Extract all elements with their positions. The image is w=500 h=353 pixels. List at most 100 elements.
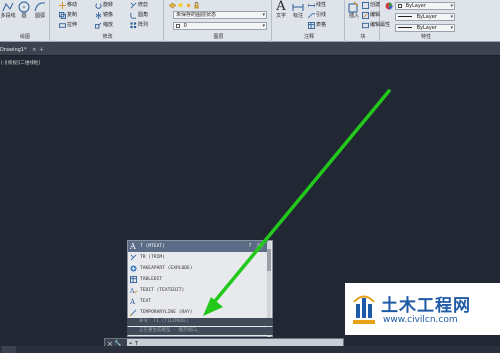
text-label: 文字 [275, 13, 286, 19]
lineweight-value: ByLayer [416, 14, 437, 20]
layer-panel-title[interactable]: 图层 [165, 33, 272, 41]
rotate-label: 旋转 [103, 2, 114, 8]
block-panel-title[interactable]: 块 [346, 33, 380, 41]
create-block-button[interactable]: 创建 [362, 1, 380, 10]
globe-icon[interactable]: ◎ [256, 242, 264, 250]
edit-block-icon [362, 12, 369, 19]
modify-panel-title[interactable]: 修改 [51, 33, 164, 41]
chevron-down-icon: ▾ [450, 14, 453, 20]
move-icon [59, 2, 66, 9]
layout-tab-bar [0, 346, 500, 353]
list-item-label: TEMPORARYLINE (RAY) [140, 309, 193, 315]
polyline-button[interactable]: 多段线 [0, 1, 16, 19]
tab-drawing1[interactable]: Drawing1* × [0, 44, 39, 56]
list-item[interactable]: A TEDIT (TEXTEDIT) [128, 285, 268, 296]
tableedit-icon [130, 275, 137, 283]
stretch-button[interactable]: 拉伸 [59, 21, 77, 30]
modify-panel: 移动 旋转 修剪 复制 镜像 圆角 拉伸 缩放 阵列 修改 [51, 0, 164, 42]
viewport-controls[interactable]: [-][俯视][二维线框] [1, 60, 40, 66]
array-button[interactable]: 阵列 [130, 21, 148, 30]
table-label: 表格 [316, 22, 327, 28]
rotate-button[interactable]: 旋转 [95, 1, 113, 10]
copy-button[interactable]: 复制 [59, 11, 77, 20]
svg-text:A: A [130, 288, 135, 294]
linear-dim-icon [308, 3, 315, 8]
lineweight-dropdown[interactable]: ByLayer ▾ [395, 13, 455, 21]
layer-panel: 未保存的图层状态 ▾ 0 ▾ 图层 [165, 0, 272, 42]
watermark-logo [353, 295, 375, 324]
text-icon: A [130, 241, 136, 251]
trim-label: 修剪 [138, 2, 149, 8]
array-icon [130, 22, 137, 29]
list-item-label: TEDIT (TEXTEDIT) [140, 287, 185, 293]
insert-label: 插入 [348, 13, 359, 19]
list-item[interactable]: TR (TRIM) [128, 252, 268, 263]
watermark: 土木工程网 www.civilcn.com [345, 283, 500, 335]
list-item[interactable]: TAKEAPART (EXPLODE) [128, 263, 268, 274]
list-item[interactable]: A TEXT [128, 296, 268, 307]
ray-icon [130, 309, 137, 316]
linetype-value: ByLayer [416, 25, 437, 31]
circle-icon [18, 1, 30, 13]
list-scrollbar-thumb[interactable] [267, 249, 271, 271]
help-icon[interactable]: ? [246, 242, 254, 250]
leader-icon [308, 13, 315, 19]
annotation-panel: A 文字 标注 线性 引线 表格 注释 [273, 0, 345, 42]
linetype-preview [398, 27, 412, 28]
new-tab-button[interactable]: ＋ [36, 44, 47, 56]
ribbon: 多段线 圆 圆弧 绘图 移动 旋转 修剪 复制 镜像 圆角 拉伸 缩放 阵列 修… [0, 0, 500, 42]
text-a-icon: A [276, 0, 286, 14]
dimension-button[interactable]: 标注 [290, 1, 306, 19]
list-item-label: TABLEDIT [140, 276, 163, 282]
layer-state-dropdown[interactable]: 未保存的图层状态 ▾ [173, 11, 267, 19]
current-layer-dropdown[interactable]: 0 ▾ [173, 22, 267, 30]
color-dropdown[interactable]: ByLayer ▾ [395, 2, 455, 10]
tab-layout1[interactable] [18, 346, 32, 353]
linear-button[interactable]: 线性 [308, 1, 326, 10]
trim-button[interactable]: 修剪 [130, 1, 148, 10]
chevron-down-icon: ▾ [450, 25, 453, 31]
watermark-title: 土木工程网 [381, 296, 471, 316]
leader-button[interactable]: 引线 [308, 11, 326, 20]
rotate-icon [95, 3, 102, 9]
scale-button[interactable]: 缩放 [95, 21, 113, 30]
list-item-label: TAKEAPART (EXPLODE) [140, 265, 193, 271]
table-button[interactable]: 表格 [308, 21, 326, 30]
lock-icon[interactable] [193, 2, 200, 9]
layer-tools-row [169, 1, 200, 10]
fillet-button[interactable]: 圆角 [130, 11, 148, 20]
properties-panel-title[interactable]: 特性 [381, 33, 471, 41]
tab-model[interactable] [2, 346, 16, 353]
insert-button[interactable]: 插入 [346, 1, 362, 19]
edit-block-label: 编辑 [370, 12, 381, 18]
list-item[interactable]: TABLEDIT [128, 274, 268, 285]
current-layer-value: 0 [183, 23, 187, 29]
list-item[interactable]: TEMPORARYLINE (RAY) [128, 307, 268, 318]
move-button[interactable]: 移动 [59, 1, 77, 10]
fillet-icon [130, 12, 137, 19]
color-wheel-icon [385, 2, 393, 10]
create-block-label: 创建 [370, 2, 381, 8]
lightbulb-icon[interactable] [177, 2, 184, 9]
arc-label: 圆弧 [34, 13, 45, 19]
mirror-button[interactable]: 镜像 [95, 11, 113, 20]
text-button[interactable]: A 文字 [273, 0, 289, 19]
watermark-url: www.civilcn.com [383, 315, 458, 325]
edit-block-button[interactable]: 编辑 [362, 11, 380, 20]
list-item-label: T (MTEXT) [140, 243, 165, 249]
linetype-dropdown[interactable]: ByLayer ▾ [395, 24, 455, 32]
dimension-icon [292, 4, 304, 11]
tab-layout2[interactable] [34, 346, 48, 353]
draw-panel-title[interactable]: 绘图 [0, 33, 50, 41]
color-swatch [398, 3, 402, 8]
arc-button[interactable]: 圆弧 [32, 1, 48, 19]
sun-icon[interactable] [185, 2, 192, 9]
layer-properties-icon[interactable] [169, 2, 176, 9]
circle-button[interactable]: 圆 [16, 1, 32, 19]
fillet-label: 圆角 [138, 12, 149, 18]
annotation-panel-title[interactable]: 注释 [273, 33, 345, 41]
copy-icon [59, 12, 66, 19]
block-panel: 插入 创建 编辑 编辑属性 块 [346, 0, 390, 42]
explode-icon [130, 265, 137, 272]
insert-block-icon [348, 1, 359, 13]
